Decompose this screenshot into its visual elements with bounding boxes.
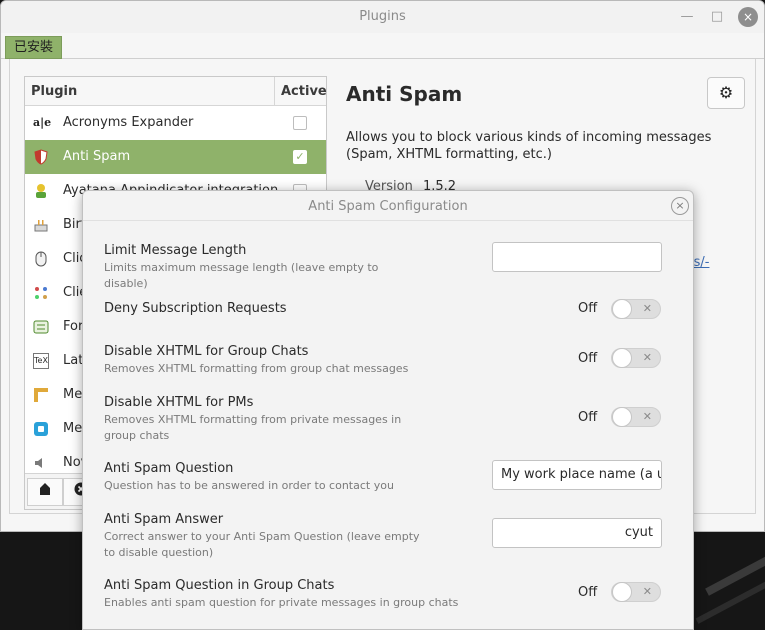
plugin-name: Me	[63, 421, 83, 436]
tex-icon: TeX	[33, 353, 49, 369]
setting-description: Limits maximum message length (leave emp…	[104, 261, 379, 290]
toggle-knob	[612, 348, 632, 368]
window-title: Plugins	[359, 9, 406, 24]
column-header-active[interactable]: Active	[274, 77, 328, 105]
anti-spam-question-input[interactable]: My work place name (a ur	[492, 460, 662, 490]
plugin-list-header: Plugin Active	[25, 77, 328, 106]
setting-description: Question has to be answered in order to …	[104, 479, 394, 492]
birthday-cake-icon	[33, 217, 49, 233]
anti-spam-config-dialog: Anti Spam Configuration × Limit Message …	[82, 190, 694, 630]
window-titlebar[interactable]: Plugins — □ ×	[1, 1, 764, 33]
gear-icon: ⚙	[718, 83, 734, 102]
setting-description: Removes XHTML formatting from group chat…	[104, 362, 409, 375]
close-icon[interactable]: ×	[671, 197, 689, 215]
plugin-description: Allows you to block various kinds of inc…	[346, 130, 712, 162]
disable-xhtml-group-chats-toggle[interactable]: ✕	[611, 348, 661, 368]
toggle-knob	[612, 407, 632, 427]
plugin-name: Anti Spam	[63, 149, 131, 164]
tab-installed[interactable]: 已安裝	[5, 36, 63, 59]
setting-description: Correct answer to your Anti Spam Questio…	[104, 530, 420, 559]
toggle-state-label: Off	[578, 410, 598, 425]
setting-description: Removes XHTML formatting from private me…	[104, 413, 402, 442]
message-icon	[33, 387, 49, 403]
disable-xhtml-pms-toggle[interactable]: ✕	[611, 407, 661, 427]
install-icon	[40, 483, 50, 495]
toggle-state-label: Off	[578, 301, 598, 316]
acronyms-icon: a|e	[33, 116, 52, 129]
desktop-wallpaper-stroke	[695, 562, 765, 624]
toggle-off-icon: ✕	[642, 410, 652, 423]
setting-description: Enables anti spam question for private m…	[104, 596, 459, 609]
toggle-off-icon: ✕	[642, 351, 652, 364]
plugin-row-anti-spam[interactable]: Anti Spam ✓	[25, 140, 326, 174]
limit-message-length-input[interactable]	[492, 242, 662, 272]
active-checkbox[interactable]: ✓	[293, 150, 307, 164]
dialog-titlebar[interactable]: Anti Spam Configuration ×	[83, 191, 693, 221]
mouse-icon	[33, 251, 49, 267]
form-icon	[33, 319, 49, 335]
minimize-icon[interactable]: —	[677, 7, 697, 27]
install-button[interactable]	[27, 478, 63, 506]
active-checkbox[interactable]	[293, 116, 307, 130]
toggle-off-icon: ✕	[642, 302, 652, 315]
plugin-name: Me	[63, 387, 83, 402]
toggle-knob	[612, 582, 632, 602]
maximize-icon[interactable]: □	[707, 7, 727, 27]
toggle-off-icon: ✕	[642, 585, 652, 598]
plugin-name: Acronyms Expander	[63, 115, 194, 130]
toggle-knob	[612, 299, 632, 319]
plugin-name: Lat	[63, 353, 84, 368]
plugin-settings-button[interactable]: ⚙	[707, 77, 745, 109]
dialog-title: Anti Spam Configuration	[308, 199, 468, 214]
plugin-detail-title: Anti Spam	[346, 82, 463, 106]
column-header-plugin[interactable]: Plugin	[31, 84, 77, 99]
plugin-name: For	[63, 319, 84, 334]
anti-spam-question-group-chats-toggle[interactable]: ✕	[611, 582, 661, 602]
tab-bar: 已安裝	[1, 36, 764, 59]
plugin-row-acronyms-expander[interactable]: a|e Acronyms Expander	[25, 106, 326, 140]
speaker-icon	[33, 455, 49, 471]
toggle-state-label: Off	[578, 585, 598, 600]
dots-grid-icon	[33, 285, 49, 301]
deny-subscription-toggle[interactable]: ✕	[611, 299, 661, 319]
anti-spam-answer-input[interactable]: cyut	[492, 518, 662, 548]
twitter-icon	[33, 421, 49, 437]
shield-icon	[33, 149, 49, 165]
appindicator-icon	[33, 183, 49, 199]
setting-label: Disable XHTML for PMs	[104, 395, 254, 410]
close-icon[interactable]: ×	[738, 7, 758, 27]
toggle-state-label: Off	[578, 351, 598, 366]
